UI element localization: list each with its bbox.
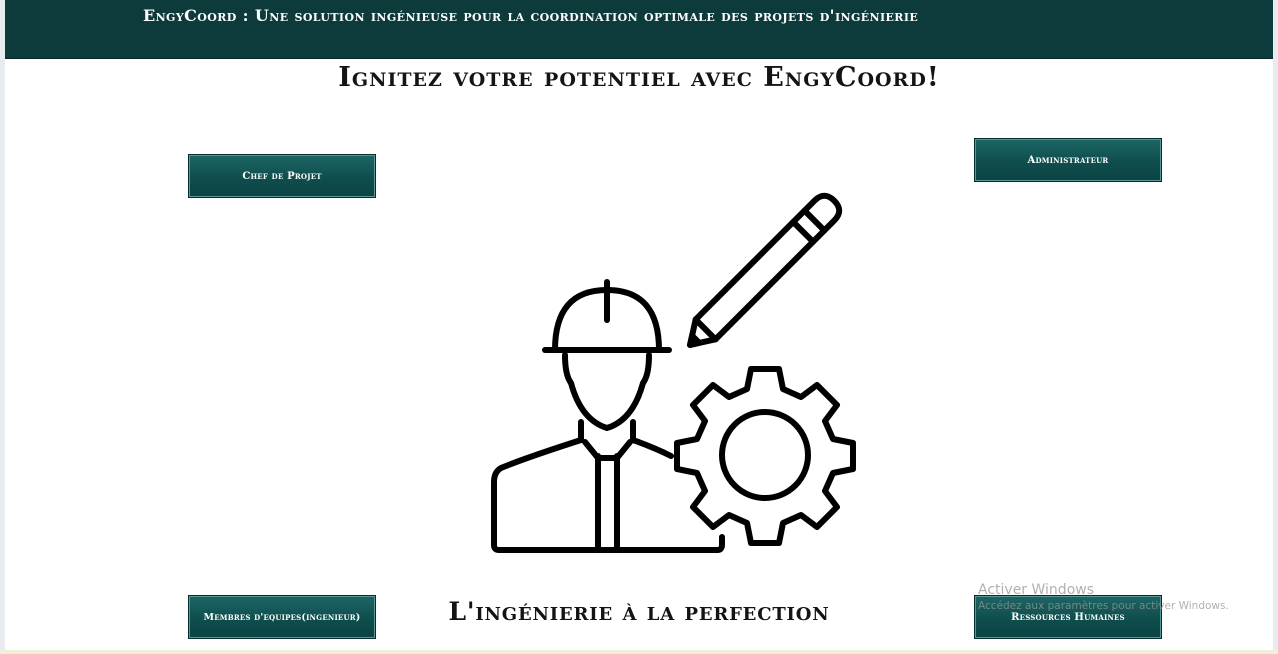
pencil-icon bbox=[687, 192, 843, 348]
header-bar: EngyCoord : Une solution ingénieuse pour… bbox=[5, 0, 1273, 59]
left-border bbox=[0, 0, 5, 654]
app-window: EngyCoord : Une solution ingénieuse pour… bbox=[0, 0, 1278, 654]
right-border bbox=[1273, 0, 1278, 654]
chef-de-projet-button[interactable]: Chef de Projet bbox=[188, 154, 376, 198]
membres-equipes-button[interactable]: Membres d'equipes(ingenieur) bbox=[188, 595, 376, 639]
ressources-humaines-button[interactable]: Ressources Humaines bbox=[974, 595, 1162, 639]
engineer-body-icon bbox=[491, 437, 725, 553]
administrateur-button[interactable]: Administrateur bbox=[974, 138, 1162, 182]
engineer-head-icon bbox=[562, 352, 652, 443]
header-title: EngyCoord : Une solution ingénieuse pour… bbox=[143, 6, 919, 25]
gear-icon bbox=[674, 366, 856, 546]
engineer-gear-pencil-icon bbox=[491, 192, 856, 553]
bottom-border bbox=[0, 650, 1278, 654]
hard-hat-icon bbox=[542, 279, 672, 353]
hero-title: Ignitez votre potentiel avec EngyCoord! bbox=[338, 62, 940, 93]
